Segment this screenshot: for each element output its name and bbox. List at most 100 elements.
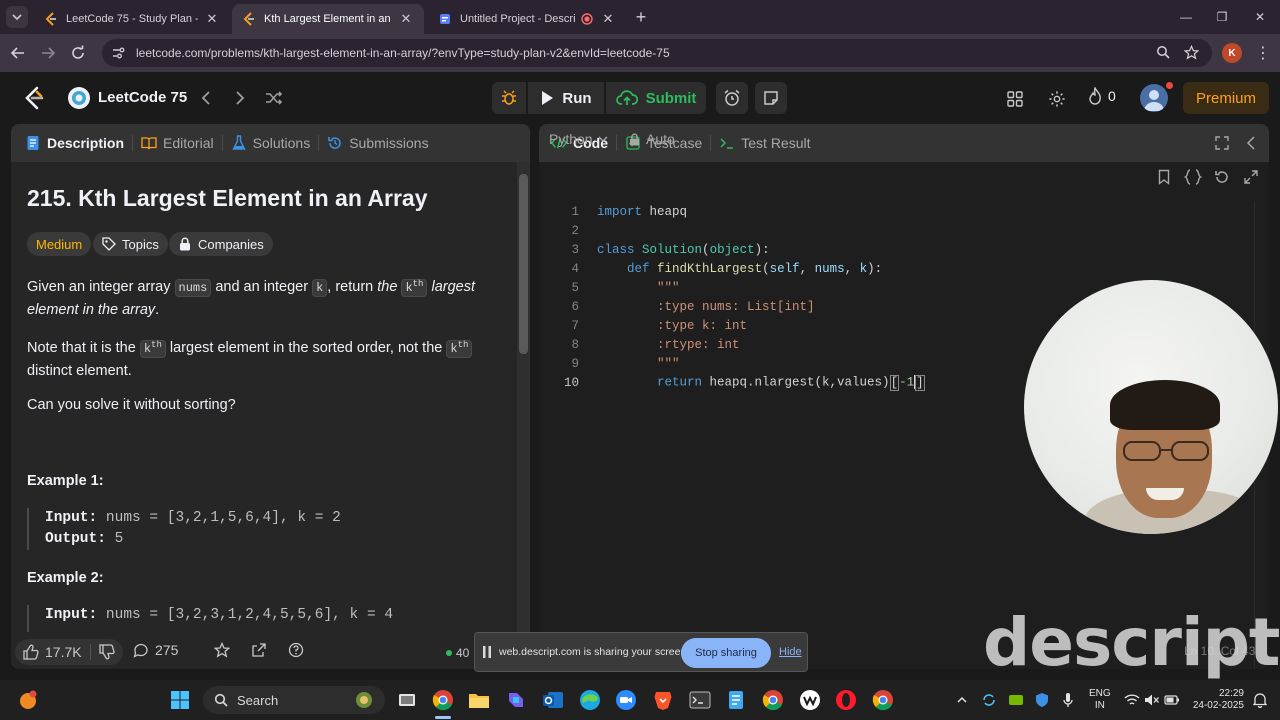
tab-divider — [616, 135, 617, 151]
zoom-icon[interactable] — [1154, 43, 1172, 61]
close-tab-icon[interactable]: ✕ — [600, 11, 616, 27]
dislike-button[interactable] — [91, 644, 123, 660]
collapse-panel-icon[interactable] — [1242, 134, 1260, 152]
maximize-panel-icon[interactable] — [1213, 134, 1231, 152]
back-arrow-icon[interactable] — [8, 43, 28, 63]
code-line: 2 — [539, 221, 1254, 240]
debug-button[interactable] — [492, 82, 526, 114]
new-tab-button[interactable]: + — [632, 7, 650, 27]
problem-title[interactable]: 215. Kth Largest Element in an Array — [27, 185, 428, 212]
line-number: 5 — [571, 280, 579, 295]
system-clock[interactable]: 22:29 24-02-2025 — [1188, 688, 1244, 712]
brave-icon[interactable] — [651, 688, 675, 712]
line-number: 10 — [563, 375, 579, 390]
browser-tab-descript[interactable]: Untitled Project - Descript ✕ — [428, 4, 626, 34]
chrome-alt-icon[interactable] — [871, 688, 895, 712]
copilot-icon[interactable] — [504, 688, 528, 712]
layout-grid-icon[interactable] — [1004, 88, 1026, 110]
windows-start-icon[interactable] — [168, 688, 192, 712]
comments-button[interactable]: 275 — [133, 642, 178, 658]
shuffle-icon[interactable] — [264, 88, 284, 108]
example-input: Input: nums = [3,2,3,1,2,4,5,5,6], k = 4 — [45, 607, 394, 623]
chrome-taskbar-icon[interactable] — [431, 688, 455, 712]
bookmark-star-icon[interactable] — [1182, 43, 1200, 61]
webex-icon[interactable] — [798, 688, 822, 712]
fullscreen-icon[interactable] — [1242, 168, 1260, 186]
close-tab-icon[interactable]: ✕ — [398, 11, 414, 27]
topics-chip[interactable]: Topics — [93, 232, 168, 256]
reset-code-icon[interactable] — [1213, 168, 1231, 186]
tab-submissions[interactable]: Submissions — [327, 124, 429, 162]
study-plan-badge-icon — [67, 86, 91, 110]
outlook-icon[interactable] — [541, 688, 565, 712]
nvidia-icon[interactable] — [1008, 692, 1024, 708]
tray-chevron-up-icon[interactable] — [954, 692, 970, 708]
microphone-icon[interactable] — [1060, 692, 1076, 708]
notepad-icon[interactable] — [724, 688, 748, 712]
site-info-icon[interactable] — [110, 45, 126, 61]
taskbar-search[interactable]: Search — [203, 686, 385, 714]
tab-search-button[interactable] — [6, 6, 28, 28]
tab-label: Test Result — [741, 135, 811, 151]
reload-icon[interactable] — [68, 43, 88, 63]
edge-icon[interactable] — [578, 688, 602, 712]
tab-solutions[interactable]: Solutions — [231, 124, 310, 162]
prev-problem-chevron-icon[interactable] — [196, 88, 216, 108]
like-button[interactable]: 17.7K — [15, 644, 90, 660]
tab-test-result[interactable]: Test Result — [719, 124, 811, 162]
study-plan-title[interactable]: LeetCode 75 — [98, 89, 187, 106]
descript-watermark: descript — [983, 604, 1280, 681]
tab-editorial[interactable]: Editorial — [141, 124, 214, 162]
description-scrollbar[interactable] — [517, 162, 530, 632]
task-view-icon[interactable] — [395, 688, 419, 712]
battery-icon[interactable] — [1164, 692, 1180, 708]
streak-counter[interactable]: 0 — [1088, 87, 1116, 105]
stop-sharing-button[interactable]: Stop sharing — [681, 638, 771, 668]
alarm-clock-icon[interactable] — [716, 82, 748, 114]
companies-chip[interactable]: Companies — [169, 232, 273, 256]
format-code-braces-icon[interactable] — [1184, 168, 1202, 186]
file-explorer-icon[interactable] — [467, 688, 491, 712]
chrome-profile-icon[interactable] — [761, 688, 785, 712]
settings-gear-icon[interactable] — [1046, 88, 1068, 110]
next-problem-chevron-icon[interactable] — [230, 88, 250, 108]
browser-menu-icon[interactable]: ⋮ — [1254, 43, 1272, 63]
leetcode-logo-icon[interactable] — [22, 85, 46, 111]
premium-button[interactable]: Premium — [1183, 82, 1269, 114]
favorite-button[interactable] — [214, 642, 230, 658]
language-selector[interactable]: Python — [549, 131, 609, 147]
tab-description[interactable]: Description — [25, 124, 124, 162]
security-shield-icon[interactable] — [1034, 692, 1050, 708]
scrollbar-thumb[interactable] — [519, 174, 528, 354]
close-tab-icon[interactable]: ✕ — [204, 11, 220, 27]
sync-icon[interactable] — [981, 692, 997, 708]
weather-widget-icon[interactable] — [16, 688, 40, 712]
pause-icon[interactable] — [481, 645, 493, 659]
profile-avatar[interactable]: K — [1222, 43, 1242, 63]
wifi-icon[interactable] — [1124, 692, 1140, 708]
share-button[interactable] — [251, 642, 267, 658]
code-line: 1 import heapq — [539, 202, 1254, 221]
address-bar[interactable]: leetcode.com/problems/kth-largest-elemen… — [102, 39, 1212, 67]
opera-icon[interactable] — [834, 688, 858, 712]
terminal-app-icon[interactable] — [688, 688, 712, 712]
bookmark-icon[interactable] — [1155, 168, 1173, 186]
notes-icon[interactable] — [755, 82, 787, 114]
zoom-app-icon[interactable] — [614, 688, 638, 712]
submit-button[interactable]: Submit — [606, 82, 706, 114]
notification-bell-icon[interactable] — [1252, 692, 1268, 708]
browser-tab-study-plan[interactable]: LeetCode 75 - Study Plan - LeetCode ✕ — [34, 4, 230, 34]
help-button[interactable] — [288, 642, 304, 658]
user-avatar[interactable] — [1140, 84, 1168, 112]
auto-mode-toggle[interactable]: Auto — [629, 131, 675, 147]
speaker-muted-icon[interactable] — [1144, 692, 1160, 708]
input-language[interactable]: ENG IN — [1089, 688, 1111, 712]
close-window-icon[interactable]: ✕ — [1250, 8, 1270, 26]
browser-tab-kth-largest[interactable]: Kth Largest Element in an Array ✕ — [232, 4, 424, 34]
restore-window-icon[interactable]: ❐ — [1212, 8, 1232, 26]
hide-share-bar-link[interactable]: Hide — [779, 646, 802, 658]
forward-arrow-icon[interactable] — [38, 43, 58, 63]
terminal-icon — [719, 135, 735, 151]
minimize-window-icon[interactable]: — — [1176, 8, 1196, 26]
run-button[interactable]: Run — [528, 82, 604, 114]
